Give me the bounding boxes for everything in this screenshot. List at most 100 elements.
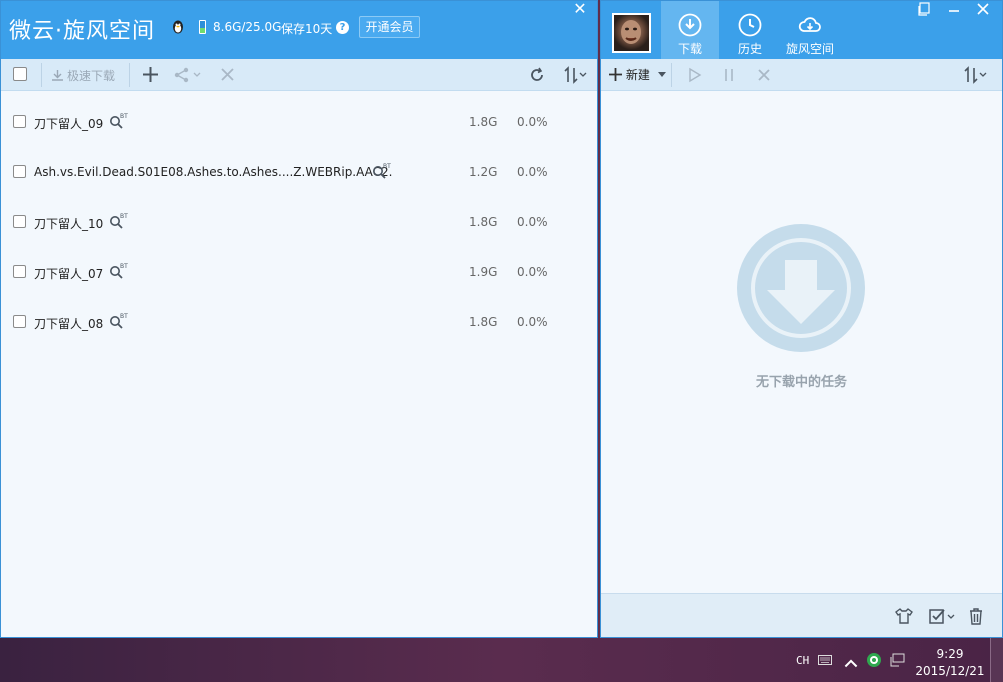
svg-text:BT: BT [120,213,128,220]
select-all-checkbox[interactable] [13,67,27,81]
download-panel: 下载 历史 旋风空间 新建 无下载中的任务 [600,0,1003,638]
bt-search-icon[interactable]: BT [109,113,129,129]
file-checkbox[interactable] [13,165,26,178]
svg-text:BT: BT [120,263,128,270]
batch-select-icon[interactable] [928,606,956,626]
storage-quota: 8.6G/25.0G [213,20,282,34]
windows-taskbar: CH 9:29 2015/12/21 [0,638,1003,682]
left-title-bar: 微云·旋风空间 8.6G/25.0G 保存10天 ? 开通会员 ✕ [1,1,597,59]
clock-date: 2015/12/21 [915,664,985,678]
show-desktop-button[interactable] [990,638,1003,682]
plus-icon [609,68,622,81]
file-progress: 0.0% [517,215,548,229]
file-progress: 0.0% [517,265,548,279]
fast-download-label: 极速下载 [67,69,116,83]
file-checkbox[interactable] [13,215,26,228]
file-name: 刀下留人_08 [34,317,104,331]
clock-time: 9:29 [936,647,964,661]
keyboard-icon[interactable] [818,654,832,666]
file-progress: 0.0% [517,165,548,179]
close-icon[interactable]: ✕ [567,1,593,17]
file-row[interactable]: 刀下留人_10 BT 1.8G 0.0% [1,205,597,255]
right-toolbar: 新建 [601,59,1002,91]
svg-text:BT: BT [120,113,128,120]
delete-x-icon[interactable] [757,68,771,82]
avatar-face-image [621,20,641,44]
right-status-bar [601,593,1002,637]
divider [129,63,130,87]
sort-icon[interactable] [964,66,990,84]
cloud-space-panel: 微云·旋风空间 8.6G/25.0G 保存10天 ? 开通会员 ✕ 极速下载 刀… [0,0,598,638]
skin-shirt-icon[interactable] [894,606,914,626]
file-size: 1.9G [469,265,498,279]
fast-download-button[interactable]: 极速下载 [51,67,115,84]
qq-penguin-icon[interactable] [171,19,185,35]
file-name: 刀下留人_07 [34,267,104,281]
delete-x-icon[interactable] [220,67,235,82]
input-language[interactable]: CH [796,654,809,667]
tab-history[interactable]: 历史 [721,1,779,59]
file-name: 刀下留人_09 [34,117,104,131]
right-title-bar: 下载 历史 旋风空间 [601,1,1002,59]
help-icon[interactable]: ? [336,21,349,34]
keep-days: 保存10天 [281,22,333,36]
sort-icon[interactable] [564,66,590,84]
svg-text:BT: BT [383,163,391,170]
download-small-icon [52,70,63,81]
tab-history-label: 历史 [737,42,762,56]
tab-cloud-space-label: 旋风空间 [785,42,834,56]
file-progress: 0.0% [517,115,548,129]
add-icon[interactable] [142,66,159,83]
file-checkbox[interactable] [13,115,26,128]
share-icon[interactable] [174,67,204,83]
network-icon[interactable] [890,653,906,667]
pause-icon[interactable] [723,68,735,82]
new-task-label: 新建 [625,68,650,82]
left-toolbar: 极速下载 [1,59,597,91]
avatar[interactable] [612,13,651,53]
tab-download[interactable]: 下载 [661,1,719,59]
divider [41,63,42,87]
bt-search-icon[interactable]: BT [372,163,392,179]
new-task-button[interactable]: 新建 [609,66,650,83]
trash-icon[interactable] [966,606,986,626]
storage-battery-icon [199,20,206,34]
file-name: Ash.vs.Evil.Dead.S01E08.Ashes.to.Ashes..… [34,165,393,179]
divider [671,63,672,87]
empty-state-text: 无下载中的任务 [755,375,847,390]
close-window-icon[interactable] [972,3,994,15]
file-row[interactable]: 刀下留人_09 BT 1.8G 0.0% [1,105,597,155]
chevron-down-icon[interactable] [658,72,666,78]
svg-text:BT: BT [120,313,128,320]
file-size: 1.2G [469,165,498,179]
history-icon [738,13,762,37]
restore-icon[interactable] [913,2,935,16]
refresh-icon[interactable] [529,67,545,83]
file-size: 1.8G [469,315,498,329]
file-name: 刀下留人_10 [34,217,104,231]
app-title: 微云·旋风空间 [9,19,155,44]
file-checkbox[interactable] [13,265,26,278]
vip-button[interactable]: 开通会员 [359,16,420,38]
file-row[interactable]: 刀下留人_08 BT 1.8G 0.0% [1,305,597,355]
empty-download-illustration [737,224,865,352]
file-progress: 0.0% [517,315,548,329]
minimize-icon[interactable] [943,3,965,15]
file-row[interactable]: 刀下留人_07 BT 1.9G 0.0% [1,255,597,305]
tab-download-label: 下载 [677,42,702,56]
system-clock[interactable]: 9:29 2015/12/21 [914,646,986,680]
tab-cloud-space[interactable]: 旋风空间 [781,1,839,59]
bt-search-icon[interactable]: BT [109,213,129,229]
xuanfeng-tray-icon[interactable] [866,652,882,668]
big-download-arrow-icon [767,260,835,324]
file-checkbox[interactable] [13,315,26,328]
file-row[interactable]: Ash.vs.Evil.Dead.S01E08.Ashes.to.Ashes..… [1,155,597,205]
bt-search-icon[interactable]: BT [109,263,129,279]
file-size: 1.8G [469,215,498,229]
play-icon[interactable] [688,67,702,83]
download-icon [678,13,702,37]
cloud-icon [798,17,821,32]
file-size: 1.8G [469,115,498,129]
tray-expand-icon[interactable] [844,657,858,669]
bt-search-icon[interactable]: BT [109,313,129,329]
